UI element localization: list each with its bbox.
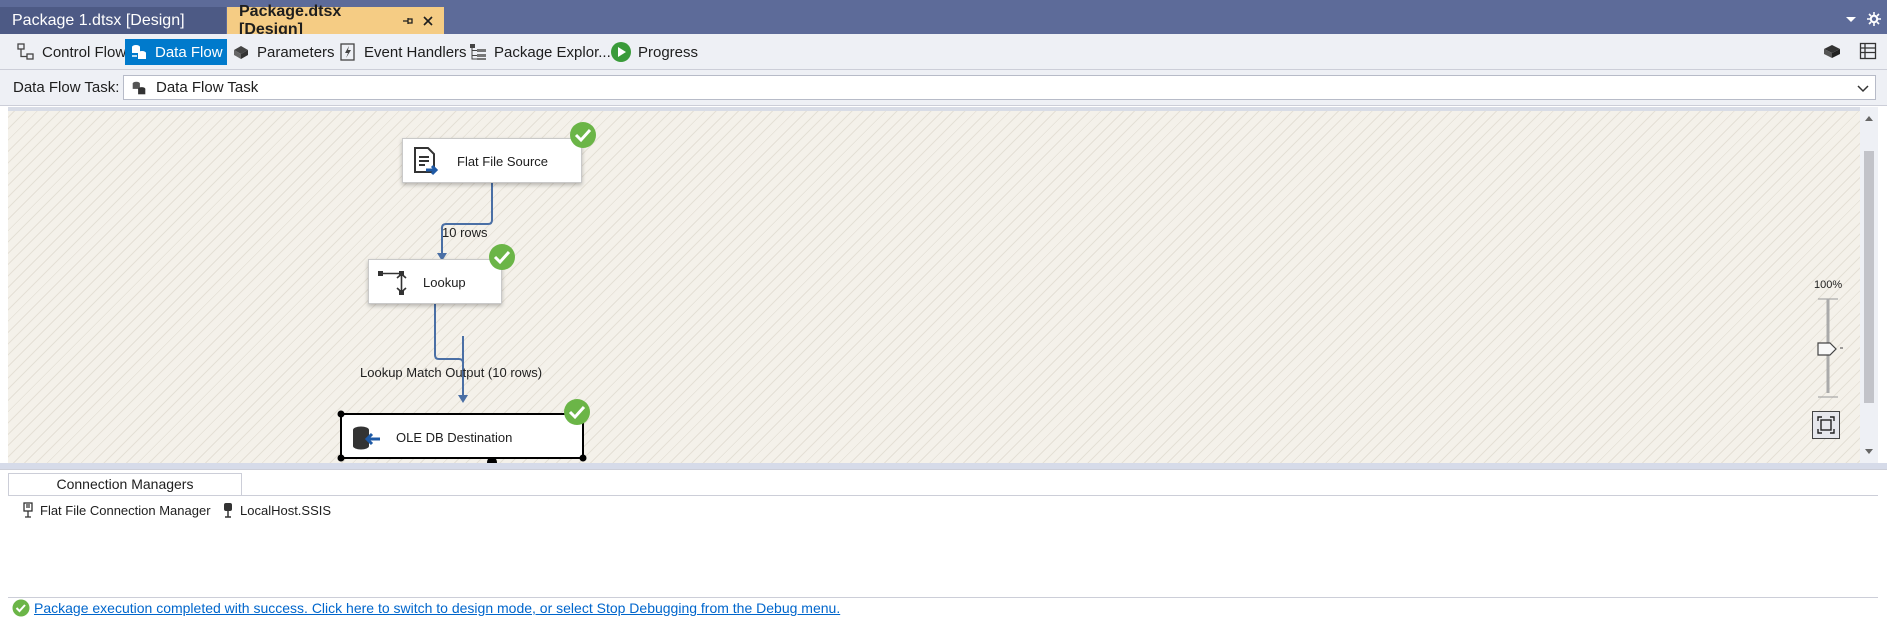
data-path-label[interactable]: Lookup Match Output (10 rows) (360, 365, 542, 380)
tab-label: Event Handlers (364, 43, 467, 61)
oledb-connection-icon (224, 503, 232, 518)
package-icon[interactable] (1823, 42, 1841, 60)
document-tab-strip: Package 1.dtsx [Design] Package.dtsx [De… (0, 0, 1887, 38)
task-selector-label: Data Flow Task: (13, 79, 120, 96)
task-selector-dropdown[interactable]: Data Flow Task (123, 75, 1876, 100)
event-handlers-icon (340, 43, 355, 61)
tab-label: Parameters (257, 43, 335, 61)
tab-label: Data Flow (155, 43, 223, 61)
task-selector-row: Data Flow Task: Data Flow Task (0, 70, 1887, 106)
execution-status-bar: Package execution completed with success… (8, 597, 1878, 618)
scroll-up-icon[interactable] (1864, 114, 1874, 122)
divider (8, 495, 1878, 496)
zoom-to-fit-icon (1817, 416, 1835, 434)
data-flow-design-surface[interactable]: Flat File Source Lookup OLE DB Destinati… (8, 107, 1860, 463)
tab-label: Control Flow (42, 43, 127, 61)
scrollbar-thumb[interactable] (1864, 151, 1874, 403)
connection-manager-item[interactable]: Flat File Connection Manager (22, 502, 211, 518)
tab-parameters[interactable]: Parameters (227, 39, 339, 65)
tab-control-flow[interactable]: Control Flow (12, 39, 130, 65)
scroll-down-icon[interactable] (1864, 448, 1874, 456)
close-icon[interactable] (422, 15, 434, 27)
connection-manager-label: Flat File Connection Manager (40, 502, 211, 518)
pin-icon[interactable] (402, 15, 414, 27)
control-flow-icon (17, 43, 34, 60)
tab-event-handlers[interactable]: Event Handlers (334, 39, 471, 65)
connection-manager-item[interactable]: LocalHost.SSIS (222, 502, 331, 518)
tab-label: Progress (638, 43, 699, 61)
package-explorer-icon (470, 44, 486, 60)
designer-tab-bar: Control Flow Data Flow Parameters Event … (0, 34, 1887, 70)
document-tab-package1[interactable]: Package 1.dtsx [Design] (0, 7, 226, 34)
document-tab-label: Package 1.dtsx [Design] (12, 11, 185, 29)
tab-list-dropdown-icon[interactable] (1845, 14, 1857, 24)
pane-splitter[interactable] (0, 463, 1887, 470)
flat-file-connection-icon (23, 502, 33, 518)
tab-package-explorer[interactable]: Package Explor... (464, 39, 615, 65)
tab-connection-managers[interactable]: Connection Managers (8, 473, 242, 495)
progress-icon (611, 42, 631, 62)
parameters-icon (234, 46, 248, 59)
zoom-level: 100% (1814, 279, 1843, 291)
canvas-vertical-scrollbar[interactable] (1860, 107, 1878, 463)
switch-to-design-mode-link[interactable]: Package execution completed with success… (34, 600, 840, 616)
success-check-icon (12, 599, 30, 617)
variables-grid-icon[interactable] (1859, 42, 1877, 60)
data-flow-task-icon (132, 81, 146, 94)
zoom-to-fit-button[interactable] (1812, 411, 1840, 439)
gear-icon[interactable] (1867, 12, 1881, 26)
tab-data-flow[interactable]: Data Flow (125, 39, 227, 65)
tab-progress[interactable]: Progress (606, 39, 702, 65)
connection-manager-label: LocalHost.SSIS (240, 502, 332, 518)
document-tab-package[interactable]: Package.dtsx [Design] (227, 3, 444, 38)
selection-handles (337, 410, 587, 463)
connection-managers-panel: Connection Managers Flat File Connection… (8, 471, 1878, 596)
zoom-slider-thumb (1817, 342, 1837, 356)
success-check-icon (564, 399, 590, 425)
task-selector-value: Data Flow Task (156, 79, 259, 96)
data-path-label[interactable]: 10 rows (442, 225, 488, 240)
tab-label: Package Explor... (494, 43, 611, 61)
chevron-down-icon[interactable] (1855, 80, 1871, 96)
data-flow-icon (132, 45, 146, 59)
